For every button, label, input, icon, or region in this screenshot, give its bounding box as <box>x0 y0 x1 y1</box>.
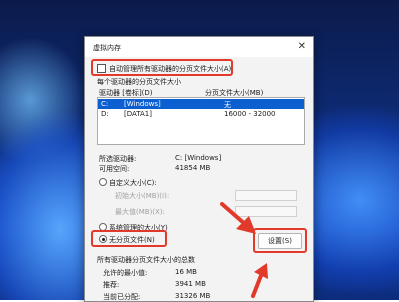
annotation-arrows <box>220 202 268 298</box>
arrow-to-set-button-shaft <box>220 202 248 227</box>
arrow-lower-shaft <box>251 271 264 298</box>
